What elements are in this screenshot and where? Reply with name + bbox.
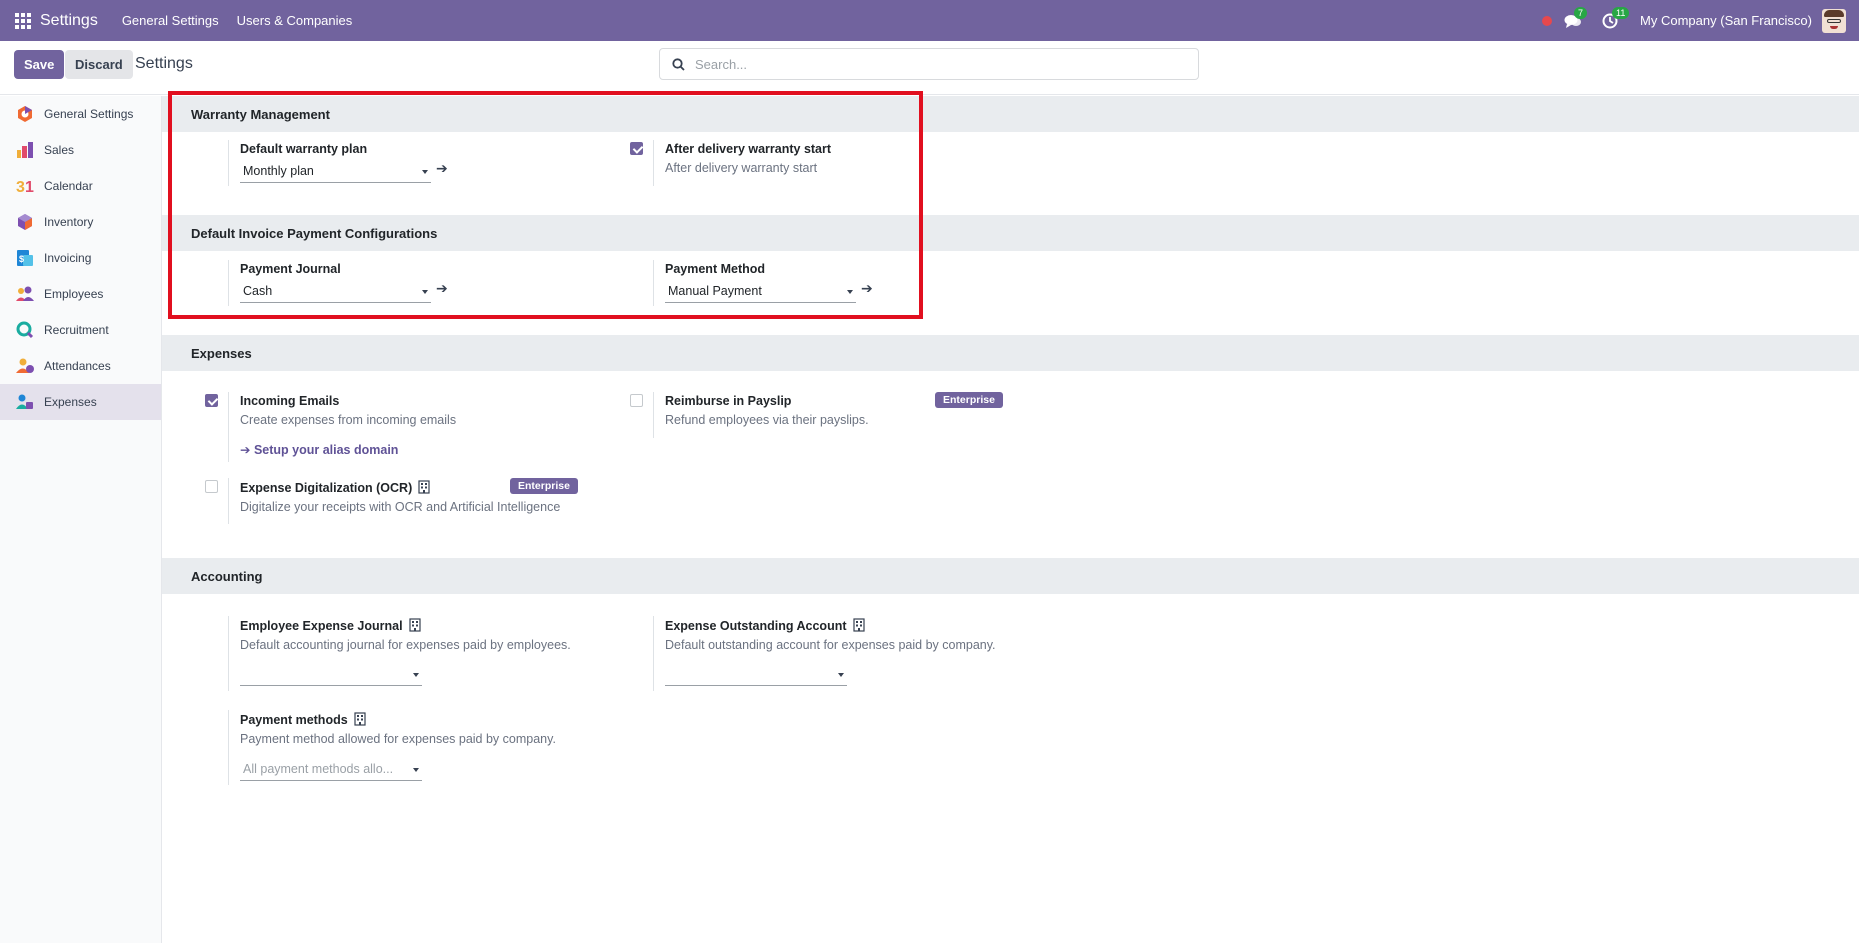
- sidebar-item-employees[interactable]: Employees: [0, 276, 161, 312]
- search-bar[interactable]: [659, 48, 1199, 80]
- recruitment-icon: [16, 321, 34, 339]
- sidebar-item-calendar[interactable]: 31 Calendar: [0, 168, 161, 204]
- menu-general-settings[interactable]: General Settings: [122, 13, 219, 28]
- control-panel: Save Discard Settings: [0, 41, 1859, 95]
- inventory-icon: [16, 213, 34, 231]
- recording-indicator-icon[interactable]: [1542, 15, 1553, 26]
- svg-text:$: $: [19, 254, 24, 264]
- top-navbar: Settings General Settings Users & Compan…: [0, 0, 1859, 41]
- employee-expense-journal-label: Employee Expense Journal: [240, 618, 571, 633]
- expenses-icon: [16, 393, 34, 411]
- sales-icon: [16, 141, 34, 159]
- reimburse-payslip-description: Refund employees via their payslips.: [665, 413, 869, 427]
- messages-button[interactable]: 7: [1564, 6, 1588, 29]
- user-avatar[interactable]: [1822, 8, 1846, 33]
- payment-methods-placeholder: All payment methods allo...: [243, 762, 394, 776]
- sidebar-item-attendances[interactable]: Attendances: [0, 348, 161, 384]
- sidebar-item-label: Inventory: [44, 215, 94, 229]
- employee-expense-journal-select[interactable]: [240, 664, 422, 686]
- chevron-down-icon: [413, 673, 419, 677]
- sidebar-item-label: Calendar: [44, 179, 93, 193]
- ocr-checkbox[interactable]: [205, 480, 218, 493]
- enterprise-badge[interactable]: Enterprise: [935, 392, 1003, 408]
- general-settings-icon: [16, 105, 34, 123]
- sidebar-item-label: General Settings: [44, 107, 134, 121]
- svg-text:3: 3: [16, 179, 25, 195]
- expenses-section-header: Expenses: [162, 335, 1859, 371]
- menu-users-companies[interactable]: Users & Companies: [237, 13, 353, 28]
- sidebar-item-label: Recruitment: [44, 323, 109, 337]
- employees-icon: [16, 285, 34, 303]
- svg-text:1: 1: [25, 179, 34, 195]
- sidebar-item-label: Invoicing: [44, 251, 92, 265]
- chevron-down-icon: [838, 673, 844, 677]
- sidebar-item-label: Attendances: [44, 359, 111, 373]
- payment-methods-description: Payment method allowed for expenses paid…: [240, 732, 556, 746]
- company-switcher[interactable]: My Company (San Francisco): [1640, 13, 1812, 28]
- sidebar-item-invoicing[interactable]: $ Invoicing: [0, 240, 161, 276]
- sidebar-item-label: Employees: [44, 287, 104, 301]
- reimburse-payslip-label: Reimburse in Payslip: [665, 394, 792, 408]
- setup-alias-domain-link[interactable]: ➔ Setup your alias domain: [240, 442, 398, 457]
- save-button[interactable]: Save: [14, 50, 65, 79]
- enterprise-badge[interactable]: Enterprise: [510, 478, 578, 494]
- sidebar-item-expenses[interactable]: Expenses: [0, 384, 161, 420]
- settings-sidebar: General Settings Sales 31 Calendar Inven…: [0, 96, 162, 943]
- expense-outstanding-account-setting: Expense Outstanding Account Default outs…: [653, 616, 1053, 691]
- incoming-emails-label: Incoming Emails: [240, 394, 340, 408]
- sidebar-item-label: Sales: [44, 143, 75, 157]
- incoming-emails-checkbox[interactable]: [205, 394, 218, 407]
- expense-outstanding-account-label: Expense Outstanding Account: [665, 618, 996, 633]
- activities-count-badge: 11: [1612, 6, 1630, 19]
- sidebar-item-recruitment[interactable]: Recruitment: [0, 312, 161, 348]
- ocr-description: Digitalize your receipts with OCR and Ar…: [240, 500, 561, 514]
- company-building-icon: [852, 618, 865, 632]
- discard-button[interactable]: Discard: [65, 50, 133, 79]
- incoming-emails-description: Create expenses from incoming emails: [240, 413, 457, 427]
- sidebar-item-label: Expenses: [44, 395, 97, 409]
- employee-expense-journal-description: Default accounting journal for expenses …: [240, 638, 571, 652]
- payment-methods-select[interactable]: All payment methods allo...: [240, 759, 422, 781]
- messages-count-badge: 7: [1574, 6, 1588, 19]
- accounting-section-header: Accounting: [162, 558, 1859, 594]
- reimburse-payslip-checkbox[interactable]: [630, 394, 643, 407]
- company-building-icon: [354, 712, 366, 726]
- company-building-icon: [408, 618, 421, 632]
- invoicing-icon: $: [16, 249, 34, 267]
- activities-button[interactable]: 11: [1602, 6, 1630, 29]
- expense-outstanding-account-select[interactable]: [665, 664, 847, 686]
- app-menu-icon[interactable]: [15, 12, 31, 29]
- calendar-icon: 31: [16, 177, 34, 195]
- sidebar-item-sales[interactable]: Sales: [0, 132, 161, 168]
- company-building-icon: [418, 480, 430, 494]
- employee-expense-journal-setting: Employee Expense Journal Default account…: [228, 616, 628, 691]
- expense-outstanding-account-description: Default outstanding account for expenses…: [665, 638, 996, 652]
- incoming-emails-setting: Incoming Emails Create expenses from inc…: [228, 392, 628, 462]
- page-title: Settings: [135, 55, 193, 72]
- search-input[interactable]: [695, 56, 1175, 72]
- attendances-icon: [16, 357, 34, 375]
- app-title[interactable]: Settings: [40, 12, 98, 30]
- search-icon: [672, 57, 685, 71]
- sidebar-item-general-settings[interactable]: General Settings: [0, 96, 161, 132]
- payment-methods-setting: Payment methods Payment method allowed f…: [228, 710, 628, 785]
- highlight-box: [168, 91, 923, 319]
- chevron-down-icon: [413, 768, 419, 772]
- payment-methods-label: Payment methods: [240, 712, 556, 727]
- sidebar-item-inventory[interactable]: Inventory: [0, 204, 161, 240]
